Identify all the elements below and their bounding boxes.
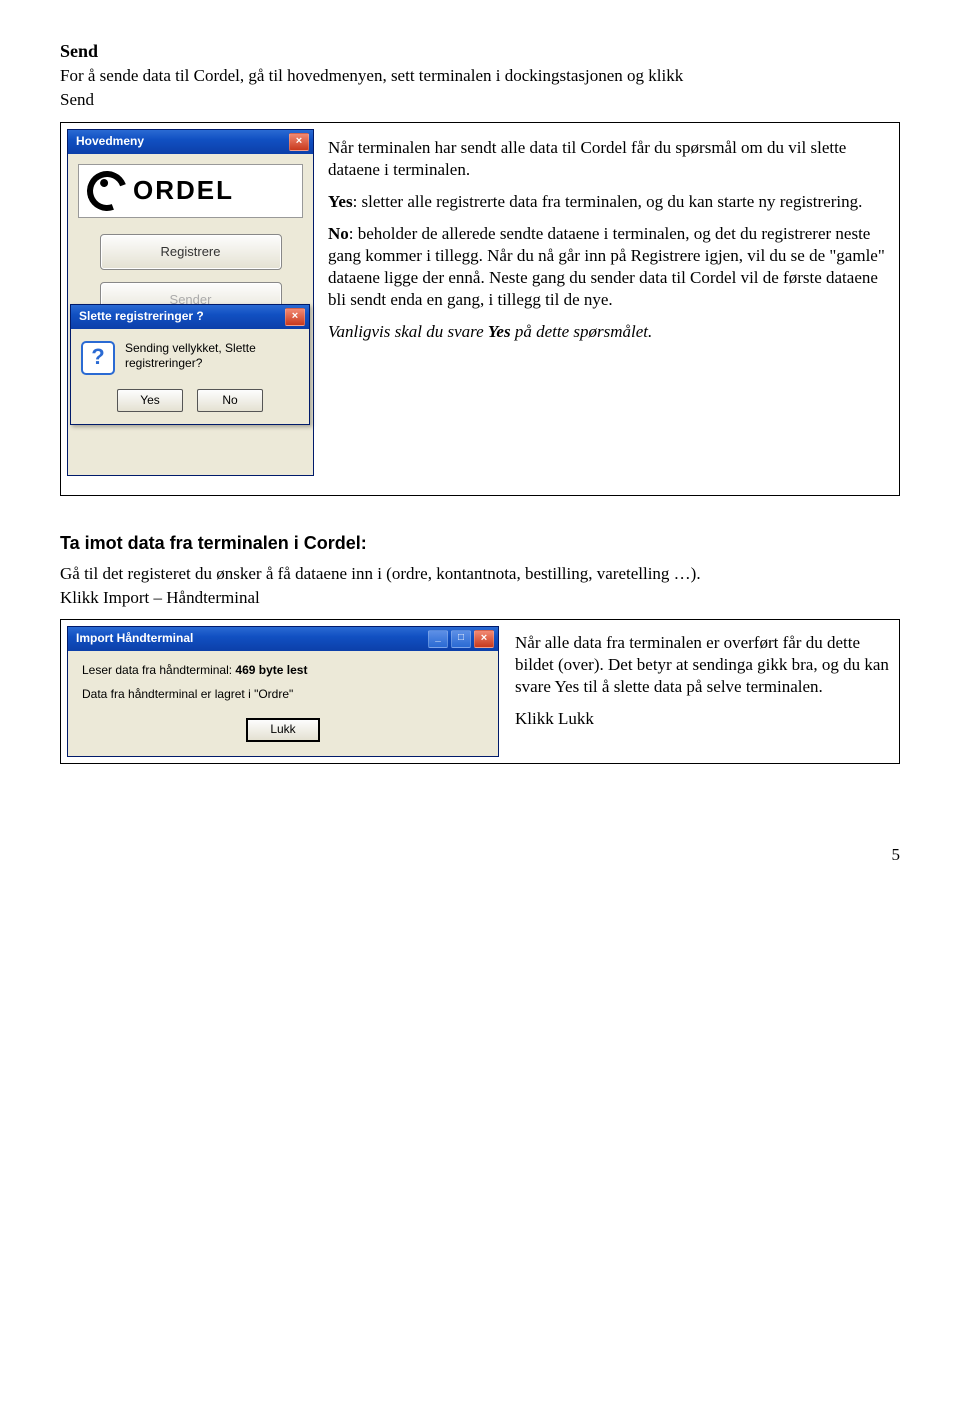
import-dialog-title: Import Håndterminal — [76, 631, 193, 647]
close-icon[interactable]: × — [289, 133, 309, 151]
import-side-para-2: Klikk Lukk — [515, 708, 889, 730]
send-title: Send — [60, 40, 900, 63]
yes-button[interactable]: Yes — [117, 389, 183, 413]
msg-line-1: Sending vellykket, Slette — [125, 341, 256, 357]
send-intro-2: Send — [60, 89, 900, 111]
yes-prefix: Yes — [328, 192, 353, 211]
send-para-yes: Yes: sletter alle registrerte data fra t… — [328, 191, 889, 213]
page-number: 5 — [60, 844, 900, 866]
yes-rest: : sletter alle registrerte data fra term… — [353, 192, 863, 211]
registrere-button[interactable]: Registrere — [100, 234, 282, 271]
import-line1-prefix: Leser data fra håndterminal: — [82, 663, 235, 677]
usual-prefix: Vanligvis skal du svare — [328, 322, 488, 341]
minimize-icon[interactable]: _ — [428, 630, 448, 648]
no-rest: : beholder de allerede sendte dataene i … — [328, 224, 885, 309]
usual-yes: Yes — [488, 322, 511, 341]
hovedmeny-title: Hovedmeny — [76, 134, 144, 150]
no-prefix: No — [328, 224, 349, 243]
send-para-1: Når terminalen har sendt alle data til C… — [328, 137, 889, 181]
hovedmeny-titlebar: Hovedmeny × — [68, 130, 313, 154]
no-button[interactable]: No — [197, 389, 263, 413]
logo-text: ORDEL — [133, 174, 234, 208]
send-intro-1: For å sende data til Cordel, gå til hove… — [60, 65, 900, 87]
import-dialog: Import Håndterminal _ □ × Leser data fra… — [67, 626, 499, 757]
import-dialog-titlebar: Import Håndterminal _ □ × — [68, 627, 498, 651]
import-title: Ta imot data fra terminalen i Cordel: — [60, 532, 900, 555]
send-illustration-box: Hovedmeny × ORDEL Registrere Sender Slet… — [60, 122, 900, 496]
window-column: Hovedmeny × ORDEL Registrere Sender Slet… — [67, 129, 314, 489]
cordel-logo: ORDEL — [78, 164, 303, 218]
maximize-icon[interactable]: □ — [451, 630, 471, 648]
import-line1-bold: 469 byte lest — [235, 663, 307, 677]
usual-suffix: på dette spørsmålet. — [511, 322, 653, 341]
msg-line-2: registreringer? — [125, 356, 256, 372]
import-line-1: Leser data fra håndterminal: 469 byte le… — [82, 663, 484, 679]
import-dialog-column: Import Håndterminal _ □ × Leser data fra… — [67, 626, 497, 757]
close-icon[interactable]: × — [285, 308, 305, 326]
delete-dialog-message: Sending vellykket, Slette registreringer… — [125, 341, 256, 372]
logo-c-icon — [80, 164, 133, 217]
close-icon[interactable]: × — [474, 630, 494, 648]
delete-dialog-titlebar: Slette registreringer ? × — [71, 305, 309, 329]
lukk-button[interactable]: Lukk — [246, 718, 320, 742]
import-side-para-1: Når alle data fra terminalen er overført… — [515, 632, 889, 698]
import-intro-1: Gå til det registeret du ønsker å få dat… — [60, 563, 900, 585]
send-para-usual: Vanligvis skal du svare Yes på dette spø… — [328, 321, 889, 343]
delete-dialog-title: Slette registreringer ? — [79, 309, 204, 325]
send-para-no: No: beholder de allerede sendte dataene … — [328, 223, 889, 311]
import-side-text: Når alle data fra terminalen er overført… — [515, 626, 893, 757]
delete-dialog: Slette registreringer ? × ? Sending vell… — [70, 304, 310, 426]
import-line-2: Data fra håndterminal er lagret i "Ordre… — [82, 687, 484, 703]
send-explanation-text: Når terminalen har sendt alle data til C… — [328, 129, 893, 489]
question-icon: ? — [81, 341, 115, 375]
import-intro-2: Klikk Import – Håndterminal — [60, 587, 900, 609]
import-illustration-box: Import Håndterminal _ □ × Leser data fra… — [60, 619, 900, 764]
